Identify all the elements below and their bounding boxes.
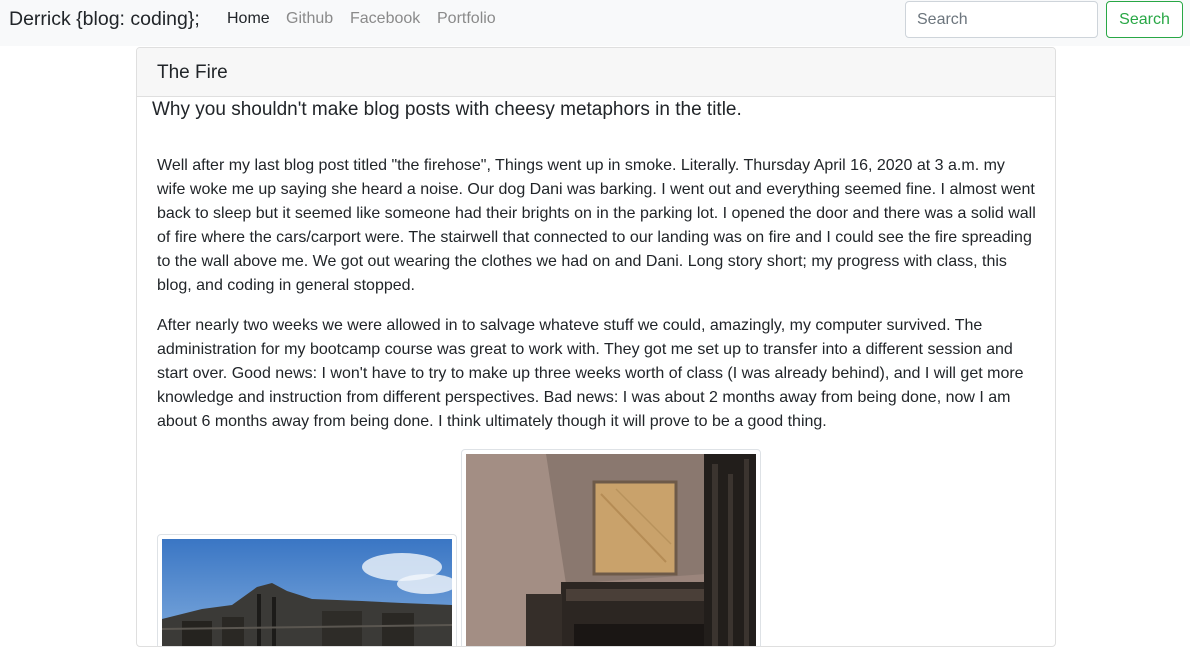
search-button[interactable]: Search — [1106, 1, 1183, 38]
nav-link-portfolio[interactable]: Portfolio — [437, 10, 496, 28]
top-navbar: Derrick {blog: coding}; Home Github Face… — [0, 0, 1190, 46]
burned-doorway-photo[interactable] — [461, 449, 761, 646]
burned-building-image — [162, 539, 452, 646]
site-brand[interactable]: Derrick {blog: coding}; — [9, 8, 200, 31]
nav-link-github[interactable]: Github — [286, 10, 333, 28]
nav-link-home[interactable]: Home — [227, 10, 270, 28]
post-paragraph: Well after my last blog post titled "the… — [157, 157, 1036, 294]
post-subtitle: Why you shouldn't make blog posts with c… — [152, 99, 742, 120]
burned-building-photo[interactable] — [157, 534, 457, 646]
search-input[interactable] — [905, 1, 1098, 38]
post-title: The Fire — [157, 62, 228, 83]
burned-doorway-image — [466, 454, 756, 646]
post-paragraph: After nearly two weeks we were allowed i… — [157, 317, 1024, 430]
post-card: The Fire Why you shouldn't make blog pos… — [136, 47, 1056, 647]
nav-link-facebook[interactable]: Facebook — [350, 10, 420, 28]
post-card-header: The Fire — [137, 48, 1055, 97]
